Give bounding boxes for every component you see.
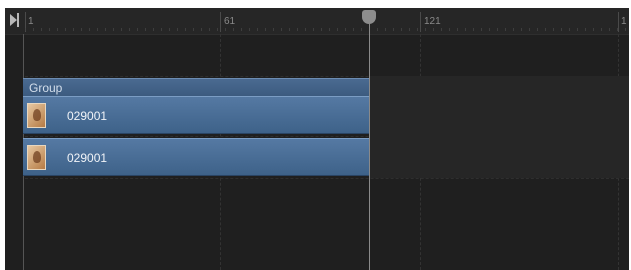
- play-range-start-icon[interactable]: [10, 14, 17, 26]
- ruler-label: 1: [621, 16, 627, 27]
- play-range-start-bar: [17, 13, 19, 27]
- ruler-label: 61: [224, 16, 236, 27]
- layer-track[interactable]: 029001: [23, 96, 369, 134]
- group-label: Group: [29, 81, 63, 95]
- layer-label: 029001: [67, 109, 108, 123]
- playhead-line[interactable]: [369, 22, 370, 270]
- playhead-handle-icon[interactable]: [362, 10, 376, 24]
- photo-thumbnail-icon: [27, 103, 46, 128]
- layer-track[interactable]: 029001: [23, 138, 369, 176]
- ruler-minor-ticks: [25, 28, 629, 31]
- group-track[interactable]: Group: [23, 78, 369, 97]
- ruler-label: 1: [28, 16, 34, 27]
- ruler-label: 121: [424, 16, 441, 27]
- grid-line: [25, 178, 629, 179]
- timeline-panel: 1 61 121 1 Group 029001 029001: [5, 8, 629, 270]
- layer-label: 029001: [67, 151, 108, 165]
- photo-thumbnail-icon: [27, 145, 46, 170]
- timeline-ruler[interactable]: 1 61 121 1: [5, 8, 629, 35]
- track-region-after-playhead: [369, 76, 629, 178]
